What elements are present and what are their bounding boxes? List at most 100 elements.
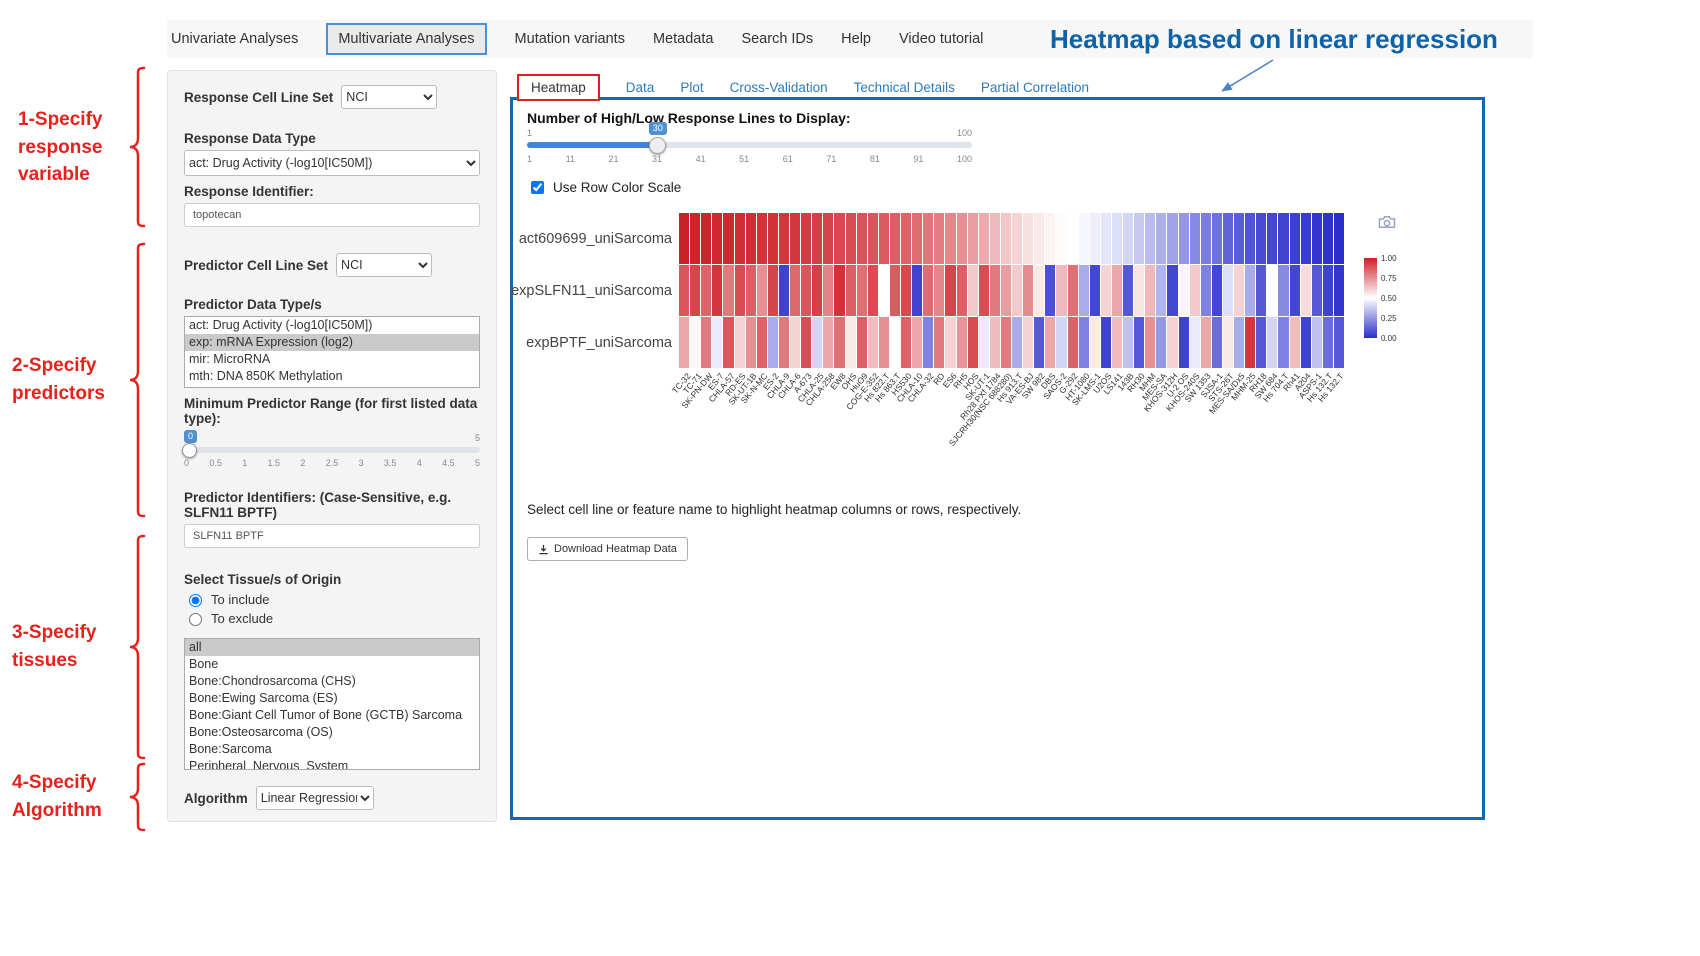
heatmap-cell[interactable] bbox=[1023, 265, 1033, 316]
heatmap-cell[interactable] bbox=[812, 265, 822, 316]
heatmap-cell[interactable] bbox=[968, 317, 978, 368]
heatmap-cell[interactable] bbox=[735, 265, 745, 316]
heatmap-cell[interactable] bbox=[1256, 213, 1266, 264]
heatmap-cell[interactable] bbox=[1023, 213, 1033, 264]
heatmap-cell[interactable] bbox=[1145, 265, 1155, 316]
heatmap-cell[interactable] bbox=[912, 213, 922, 264]
heatmap-cell[interactable] bbox=[1023, 317, 1033, 368]
heatmap-cell[interactable] bbox=[812, 213, 822, 264]
heatmap-row-label-act609699-unisarcoma[interactable]: act609699_uniSarcoma bbox=[527, 213, 679, 264]
heatmap-cell[interactable] bbox=[1223, 213, 1233, 264]
heatmap-cell[interactable] bbox=[1245, 265, 1255, 316]
heatmap-cell[interactable] bbox=[712, 213, 722, 264]
slider-track[interactable]: 30 bbox=[527, 142, 972, 148]
heatmap-cell[interactable] bbox=[1312, 213, 1322, 264]
tab-partial-correlation[interactable]: Partial Correlation bbox=[981, 80, 1089, 95]
datatype-option-exp-mrna-expression-log2[interactable]: exp: mRNA Expression (log2) bbox=[185, 334, 479, 351]
heatmap-cell[interactable] bbox=[834, 317, 844, 368]
datatype-option-mth-dna-850k-methylation[interactable]: mth: DNA 850K Methylation bbox=[185, 368, 479, 385]
heatmap-cell[interactable] bbox=[957, 317, 967, 368]
heatmap-cell[interactable] bbox=[701, 317, 711, 368]
heatmap-row-label-expslfn11-unisarcoma[interactable]: expSLFN11_uniSarcoma bbox=[527, 265, 679, 316]
heatmap-cell[interactable] bbox=[834, 213, 844, 264]
heatmap-cell[interactable] bbox=[1123, 265, 1133, 316]
heatmap-cell[interactable] bbox=[1134, 317, 1144, 368]
heatmap-cell[interactable] bbox=[1156, 213, 1166, 264]
heatmap-cell[interactable] bbox=[1212, 317, 1222, 368]
tissue-listbox[interactable]: allBoneBone:Chondrosarcoma (CHS)Bone:Ewi… bbox=[184, 638, 480, 770]
heatmap-cell[interactable] bbox=[957, 265, 967, 316]
heatmap-cell[interactable] bbox=[1156, 317, 1166, 368]
response-data-type-select[interactable]: act: Drug Activity (-log10[IC50M]) bbox=[184, 150, 480, 176]
datatype-option-act-drug-activity-log10-ic50m[interactable]: act: Drug Activity (-log10[IC50M]) bbox=[185, 317, 479, 334]
predictor-identifiers-input[interactable] bbox=[184, 524, 480, 548]
heatmap-cell[interactable] bbox=[812, 317, 822, 368]
heatmap-cell[interactable] bbox=[968, 265, 978, 316]
heatmap-cell[interactable] bbox=[1079, 265, 1089, 316]
radio-to-exclude[interactable] bbox=[189, 613, 202, 626]
nav-item-video-tutorial[interactable]: Video tutorial bbox=[899, 31, 983, 47]
heatmap-cell[interactable] bbox=[768, 213, 778, 264]
tissue-option-all[interactable]: all bbox=[185, 639, 479, 656]
heatmap-cell[interactable] bbox=[1201, 213, 1211, 264]
tissue-option-bone-chondrosarcoma-chs[interactable]: Bone:Chondrosarcoma (CHS) bbox=[185, 673, 479, 690]
heatmap-cell[interactable] bbox=[1101, 213, 1111, 264]
heatmap-cell[interactable] bbox=[901, 213, 911, 264]
heatmap-cell[interactable] bbox=[679, 317, 689, 368]
heatmap-cell[interactable] bbox=[1012, 317, 1022, 368]
tissue-option-bone-sarcoma[interactable]: Bone:Sarcoma bbox=[185, 741, 479, 758]
heatmap-cell[interactable] bbox=[757, 317, 767, 368]
slider-handle[interactable]: 30 bbox=[649, 137, 666, 154]
heatmap-cell[interactable] bbox=[1056, 265, 1066, 316]
heatmap-cell[interactable] bbox=[679, 265, 689, 316]
heatmap-cell[interactable] bbox=[1079, 317, 1089, 368]
heatmap-cell[interactable] bbox=[1290, 317, 1300, 368]
heatmap-cell[interactable] bbox=[1201, 265, 1211, 316]
heatmap-cell[interactable] bbox=[1223, 317, 1233, 368]
heatmap-cell[interactable] bbox=[979, 213, 989, 264]
heatmap-cell[interactable] bbox=[890, 265, 900, 316]
heatmap-cell[interactable] bbox=[779, 317, 789, 368]
tissue-radio-to-exclude[interactable]: To exclude bbox=[184, 610, 480, 626]
heatmap-cell[interactable] bbox=[1012, 213, 1022, 264]
heatmap-cell[interactable] bbox=[1278, 317, 1288, 368]
heatmap-cell[interactable] bbox=[1090, 213, 1100, 264]
heatmap-cell[interactable] bbox=[1012, 265, 1022, 316]
heatmap-cell[interactable] bbox=[1290, 265, 1300, 316]
heatmap-cell[interactable] bbox=[890, 213, 900, 264]
heatmap-cell[interactable] bbox=[968, 213, 978, 264]
predictor-data-types-listbox[interactable]: act: Drug Activity (-log10[IC50M])exp: m… bbox=[184, 316, 480, 388]
heatmap-cell[interactable] bbox=[1123, 213, 1133, 264]
predictor-cell-line-set-select[interactable]: NCI bbox=[336, 253, 432, 277]
nav-item-help[interactable]: Help bbox=[841, 31, 871, 47]
heatmap-cell[interactable] bbox=[1190, 317, 1200, 368]
heatmap-cell[interactable] bbox=[979, 265, 989, 316]
heatmap-cell[interactable] bbox=[901, 317, 911, 368]
heatmap-cell[interactable] bbox=[890, 317, 900, 368]
tab-technical-details[interactable]: Technical Details bbox=[854, 80, 955, 95]
heatmap-cell[interactable] bbox=[701, 213, 711, 264]
heatmap-cell[interactable] bbox=[1323, 213, 1333, 264]
heatmap-cell[interactable] bbox=[1245, 213, 1255, 264]
heatmap-cell[interactable] bbox=[757, 265, 767, 316]
heatmap-cell[interactable] bbox=[1045, 213, 1055, 264]
heatmap-cell[interactable] bbox=[990, 213, 1000, 264]
heatmap-cell[interactable] bbox=[1090, 265, 1100, 316]
heatmap-cell[interactable] bbox=[1056, 317, 1066, 368]
heatmap-cell[interactable] bbox=[1068, 213, 1078, 264]
nav-item-mutation-variants[interactable]: Mutation variants bbox=[515, 31, 625, 47]
heatmap-cell[interactable] bbox=[1212, 213, 1222, 264]
heatmap-cell[interactable] bbox=[979, 317, 989, 368]
heatmap-cell[interactable] bbox=[1112, 213, 1122, 264]
heatmap-cell[interactable] bbox=[1190, 213, 1200, 264]
heatmap-cell[interactable] bbox=[1101, 265, 1111, 316]
heatmap-cell[interactable] bbox=[723, 317, 733, 368]
response-identifier-input[interactable] bbox=[184, 203, 480, 227]
heatmap-cell[interactable] bbox=[1045, 265, 1055, 316]
heatmap-cell[interactable] bbox=[923, 265, 933, 316]
heatmap-cell[interactable] bbox=[1045, 317, 1055, 368]
heatmap-cell[interactable] bbox=[1278, 213, 1288, 264]
heatmap-cell[interactable] bbox=[723, 213, 733, 264]
heatmap-cell[interactable] bbox=[1079, 213, 1089, 264]
heatmap-cell[interactable] bbox=[801, 213, 811, 264]
